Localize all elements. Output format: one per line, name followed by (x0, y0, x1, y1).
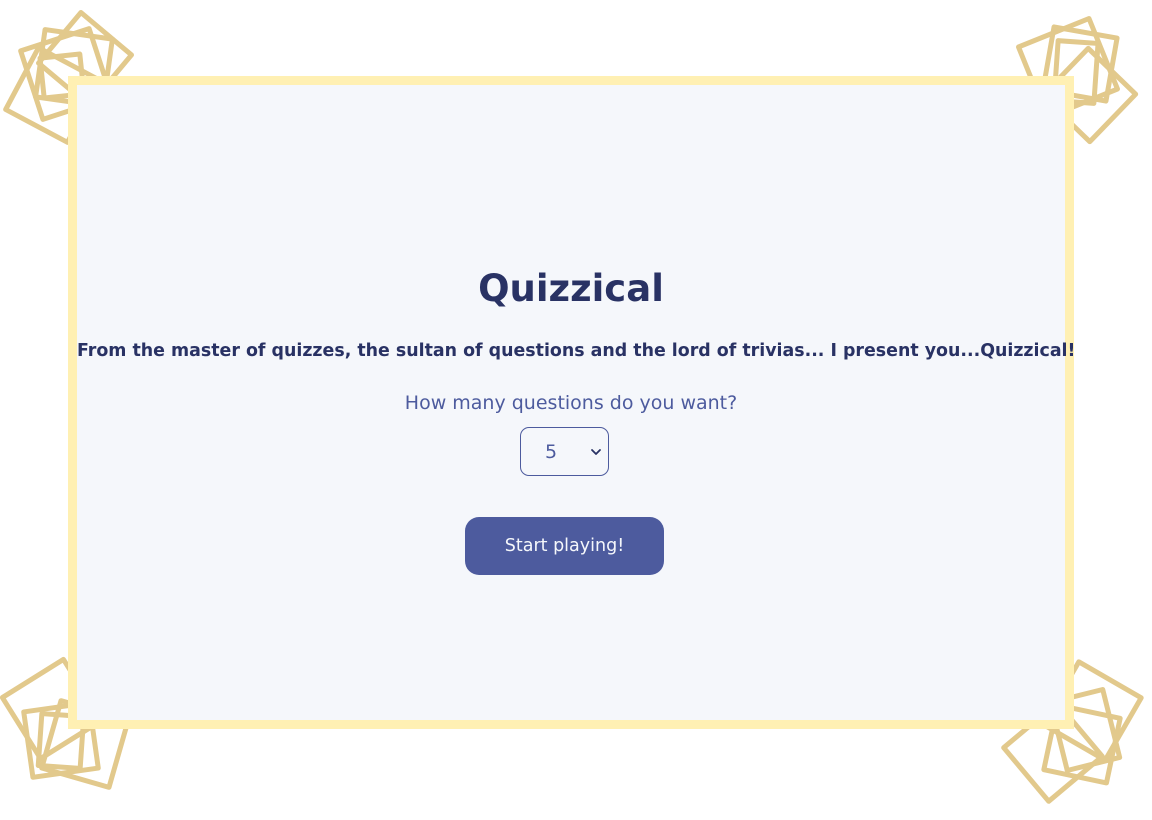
chevron-down-icon (591, 449, 601, 455)
tagline-brand: Quizzical! (980, 341, 1076, 361)
quiz-start-page: Quizzical From the master of quizzes, th… (0, 0, 1152, 820)
tagline-text: From the master of quizzes, the sultan o… (77, 341, 981, 361)
question-count-prompt: How many questions do you want? (404, 392, 738, 414)
quiz-intro-card: Quizzical From the master of quizzes, th… (68, 76, 1075, 729)
tagline: From the master of quizzes, the sultan o… (77, 339, 1075, 363)
question-count-value: 5 (545, 441, 558, 463)
page-title: Quizzical (478, 267, 664, 310)
question-count-select[interactable]: 5 (520, 427, 609, 476)
start-playing-button[interactable]: Start playing! (465, 517, 664, 575)
